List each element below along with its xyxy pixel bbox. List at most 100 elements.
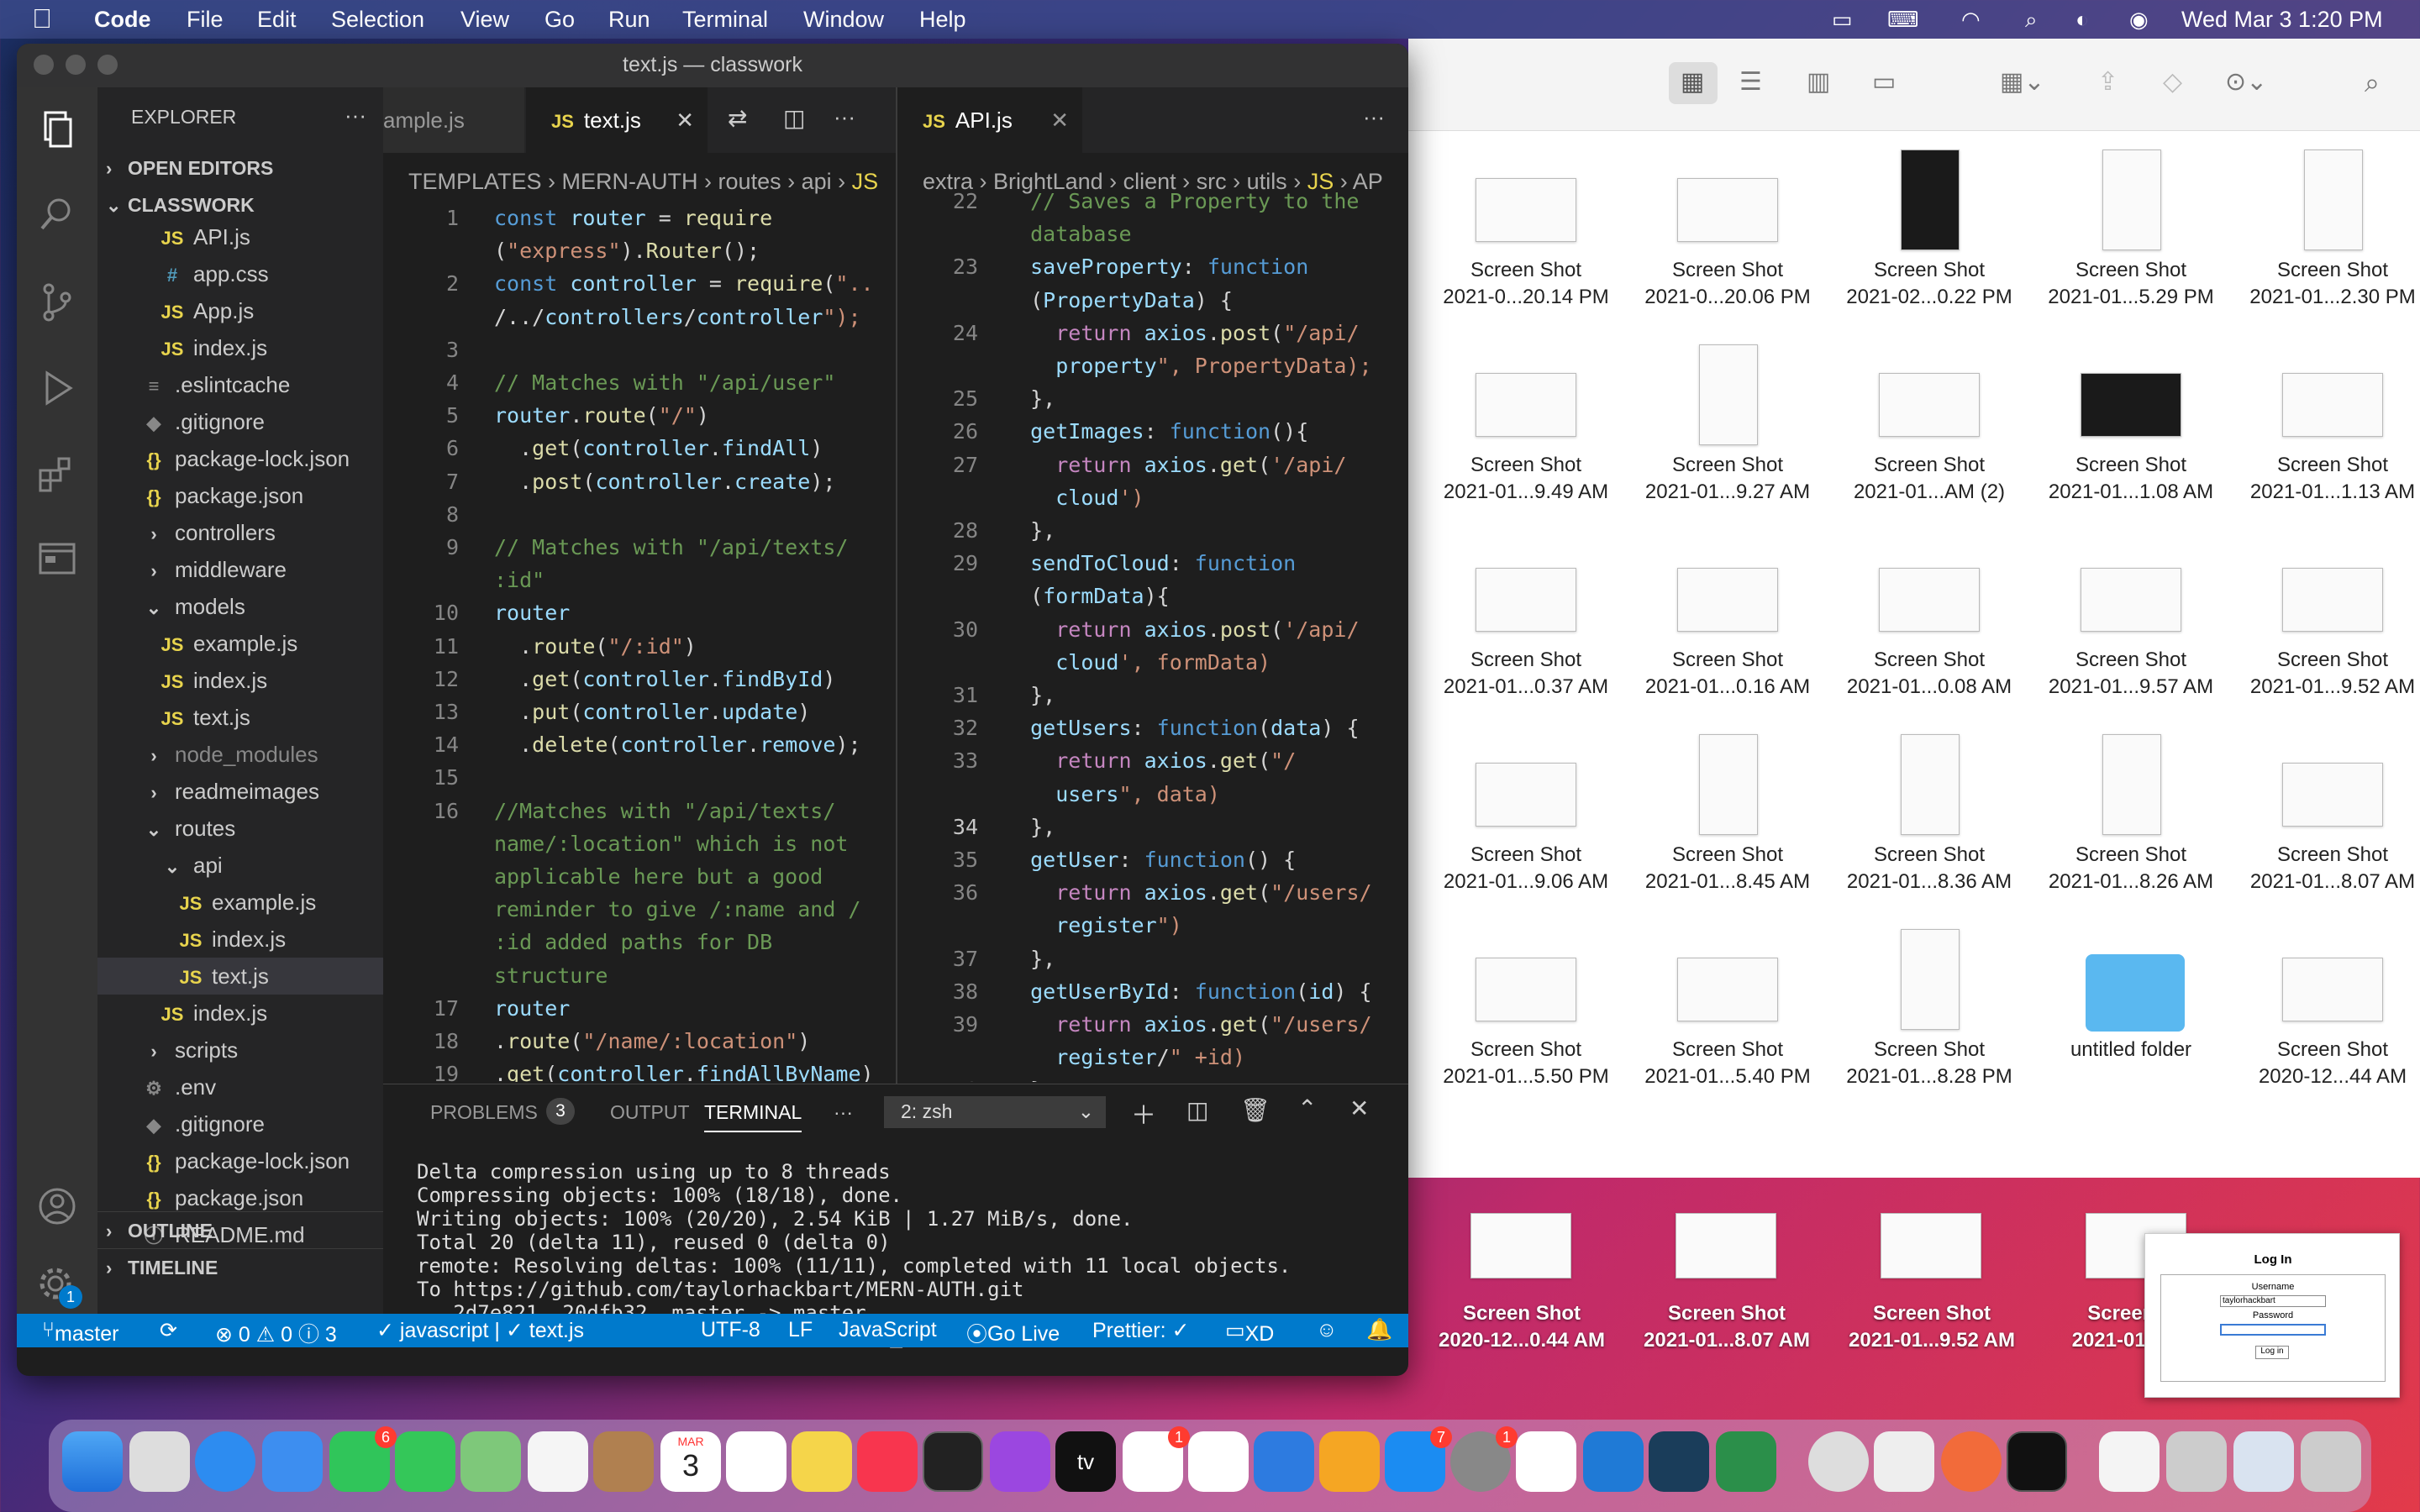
chrome-icon[interactable] <box>1808 1431 1869 1492</box>
menu-help[interactable]: Help <box>919 7 966 33</box>
code-line[interactable]: return axios.get("/users/ <box>1005 878 1371 908</box>
gallery-view-icon[interactable]: ▭ <box>1872 67 1896 97</box>
file-item[interactable]: Screen Shot 2021-0...20.06 PM <box>1627 131 1828 316</box>
tree-item[interactable]: JS API.js <box>97 218 383 255</box>
login-button[interactable]: Log in <box>2255 1346 2289 1359</box>
file-item[interactable]: Screen Shot 2021-01...8.36 AM <box>1828 716 2030 900</box>
tree-item[interactable]: JS text.js <box>97 958 383 995</box>
file-item[interactable]: Screen Shot 2021-01...9.52 AM <box>2232 521 2420 706</box>
desktop-file-item[interactable]: Screen Shot 2021-01...8.07 AM <box>1622 1178 1832 1371</box>
screenshots-stack-icon[interactable] <box>2233 1431 2294 1492</box>
account-icon[interactable] <box>34 1183 81 1230</box>
code-line[interactable]: getUser: function() { <box>1005 845 1296 875</box>
code-line[interactable]: }, <box>1005 812 1055 843</box>
file-item[interactable]: Screen Shot 2021-01...5.40 PM <box>1627 911 1828 1095</box>
tree-item[interactable]: ⌄ routes <box>97 810 383 847</box>
menu-selection[interactable]: Selection <box>331 7 424 33</box>
folder-item[interactable]: untitled folder <box>2030 911 2232 1095</box>
menu-view[interactable]: View <box>460 7 509 33</box>
file-item[interactable]: Screen Shot 2021-01...8.45 AM <box>1627 716 1828 900</box>
group-icon[interactable]: ▦⌄ <box>2000 67 2044 97</box>
code-line[interactable]: ("express").Router(); <box>494 236 760 266</box>
remote-explorer-icon[interactable] <box>34 536 81 583</box>
tree-item[interactable]: JS text.js <box>97 699 383 736</box>
mail-icon[interactable] <box>262 1431 323 1492</box>
vscode-icon[interactable] <box>1583 1431 1644 1492</box>
file-item[interactable]: Screen Shot 2021-01...9.06 AM <box>1425 716 1627 900</box>
messages-icon[interactable] <box>395 1431 455 1492</box>
file-item[interactable]: Screen Shot 2021-01...5.29 PM <box>2030 131 2232 316</box>
file-item[interactable]: Screen Shot 2021-01...8.28 PM <box>1828 911 2030 1095</box>
file-item[interactable]: Screen Shot 2021-01...0.08 AM <box>1828 521 2030 706</box>
tree-item[interactable]: › middleware <box>97 551 383 588</box>
apple-menu-icon[interactable]:  <box>32 3 52 34</box>
code-line[interactable]: name/:location" which is not <box>494 829 848 859</box>
photos-icon[interactable] <box>528 1431 588 1492</box>
action-icon[interactable]: ⊙⌄ <box>2225 67 2267 97</box>
code-line[interactable]: return axios.get("/ <box>1005 746 1296 776</box>
xd-indicator[interactable]: ▭ XD <box>1225 1318 1274 1346</box>
code-line[interactable]: users", data) <box>1005 780 1220 810</box>
activity-monitor-icon[interactable] <box>2007 1431 2067 1492</box>
editor2-code[interactable]: 22 // Saves a Property to the database 23… <box>897 186 1408 1082</box>
downloads-stack-icon[interactable] <box>2166 1431 2227 1492</box>
split-editor-icon[interactable]: ◫ <box>783 104 805 132</box>
code-line[interactable]: }, <box>1005 384 1055 414</box>
menu-datetime[interactable]: Wed Mar 3 1:20 PM <box>2181 7 2383 33</box>
close-panel-icon[interactable]: ✕ <box>1349 1095 1369 1122</box>
code-line[interactable]: .get(controller.findById) <box>494 664 835 695</box>
breadcrumb[interactable]: TEMPLATES › MERN-AUTH › routes › api › J… <box>408 165 896 198</box>
run-debug-icon[interactable] <box>34 365 81 412</box>
numbers-icon[interactable] <box>1188 1431 1249 1492</box>
terminal-app-icon[interactable] <box>923 1431 983 1492</box>
editor1-code[interactable]: 1 const router = require ("express").Route… <box>383 203 896 1082</box>
tv-icon[interactable]: tv <box>1055 1431 1116 1492</box>
code-line[interactable]: register/" +id) <box>1005 1042 1245 1073</box>
tree-item[interactable]: ⌄ models <box>97 588 383 625</box>
close-tab-icon[interactable]: ✕ <box>1050 87 1069 153</box>
tree-item[interactable]: # app.css <box>97 255 383 292</box>
file-item[interactable]: Screen Shot 2021-01...1.08 AM <box>2030 326 2232 511</box>
username-field[interactable]: taylorhackbart <box>2220 1295 2326 1307</box>
mysql-workbench-icon[interactable] <box>1649 1431 1709 1492</box>
code-line[interactable]: saveProperty: function <box>1005 252 1308 282</box>
document-icon[interactable] <box>2099 1431 2160 1492</box>
code-line[interactable]: // Matches with "/api/user" <box>494 368 835 398</box>
share-icon[interactable]: ⇪ <box>2097 67 2118 97</box>
feedback-icon[interactable]: ☺ <box>1316 1318 1338 1342</box>
open-changes-icon[interactable]: ⇄ <box>728 104 747 132</box>
menu-app-name[interactable]: Code <box>94 7 151 33</box>
trash-icon[interactable]: 🗑 <box>1240 1096 1270 1124</box>
tab-text-js[interactable]: JS text.js ✕ <box>526 87 708 153</box>
code-line[interactable]: register") <box>1005 911 1182 941</box>
code-line[interactable]: getUserById: function(id) { <box>1005 977 1371 1007</box>
code-line[interactable]: router <box>494 598 570 628</box>
code-line[interactable]: structure <box>494 961 608 991</box>
close-tab-icon[interactable]: ✕ <box>676 87 694 153</box>
file-item[interactable]: Screen Shot 2021-01...AM (2) <box>1828 326 2030 511</box>
news-icon[interactable]: 1 <box>1123 1426 1190 1492</box>
code-line[interactable]: // Matches with "/api/texts/ <box>494 533 848 563</box>
tree-item[interactable]: JS App.js <box>97 292 383 329</box>
eslint-indicator[interactable]: ✓ javascript | ✓ text.js <box>376 1318 584 1343</box>
launchpad-icon[interactable] <box>129 1431 190 1492</box>
control-center-icon[interactable]: ◐ <box>2075 7 2089 33</box>
file-item[interactable]: Screen Shot 2021-01...2.30 PM <box>2232 131 2420 316</box>
code-line[interactable]: .route("/name/:location") <box>494 1026 810 1057</box>
code-line[interactable]: :id added paths for DB <box>494 927 772 958</box>
menu-edit[interactable]: Edit <box>257 7 297 33</box>
settings-gear-icon[interactable]: 1 <box>34 1260 82 1309</box>
reminders-icon[interactable] <box>726 1431 786 1492</box>
code-line[interactable]: }, <box>1005 516 1055 546</box>
language-indicator[interactable]: JavaScript <box>839 1318 937 1342</box>
panel-more-icon[interactable]: ··· <box>834 1101 853 1124</box>
search-icon[interactable] <box>34 190 81 237</box>
pages-icon[interactable] <box>1319 1431 1380 1492</box>
tab-problems[interactable]: PROBLEMS <box>430 1101 538 1124</box>
list-view-icon[interactable]: ☰ <box>1739 67 1762 97</box>
app-store-icon[interactable]: 7 <box>1385 1426 1452 1492</box>
timeline-section[interactable]: › TIMELINE <box>97 1248 383 1285</box>
tag-icon[interactable]: ◇ <box>2163 67 2182 97</box>
code-line[interactable]: }, <box>1005 680 1055 711</box>
search-icon[interactable]: ⌕ <box>2365 67 2380 99</box>
